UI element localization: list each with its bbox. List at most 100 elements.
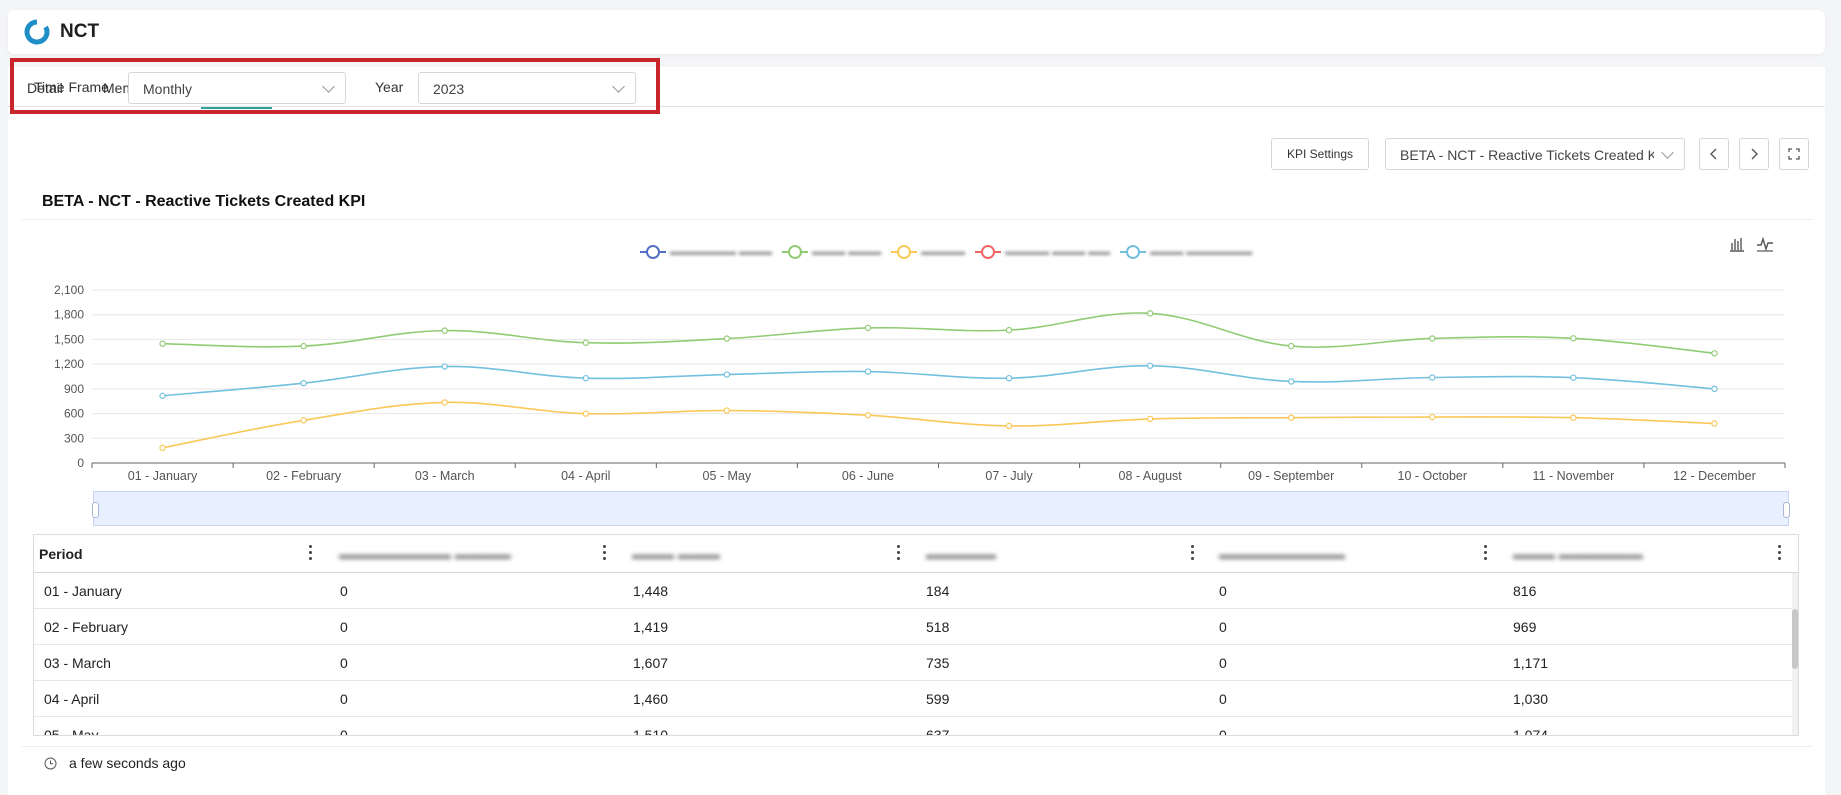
table-cell: 0 <box>340 655 348 671</box>
y-tick-label: 1,800 <box>54 308 84 322</box>
data-point <box>864 368 872 375</box>
data-point <box>300 417 307 424</box>
data-point <box>582 374 589 382</box>
data-point <box>723 335 731 342</box>
table-cell: 0 <box>340 619 348 635</box>
data-point <box>1005 326 1013 334</box>
column-header[interactable]: ▬▬▬ ▬▬▬▬▬▬ <box>1508 535 1643 573</box>
data-point <box>159 340 166 347</box>
data-point <box>1570 414 1577 421</box>
data-point <box>1570 374 1577 381</box>
table-cell: 0 <box>1219 583 1227 599</box>
column-menu-icon[interactable] <box>309 545 313 561</box>
table-cell: 0 <box>1219 655 1227 671</box>
y-tick-label: 1,500 <box>54 332 84 346</box>
last-updated: a few seconds ago <box>44 755 186 771</box>
data-point <box>441 399 448 406</box>
column-menu-icon[interactable] <box>1778 545 1782 561</box>
table-cell: 0 <box>340 691 348 707</box>
data-point <box>723 371 731 378</box>
data-point <box>1570 335 1577 342</box>
table-row[interactable]: 02 - February 0 1,419 518 0 969 <box>34 609 1794 645</box>
table-cell: 599 <box>926 691 950 707</box>
zoom-handle-left[interactable] <box>92 502 99 518</box>
table-cell: 03 - March <box>44 655 111 671</box>
y-tick-label: 900 <box>64 382 84 396</box>
table-cell: 1,460 <box>633 691 669 707</box>
x-tick-label: 07 - July <box>985 469 1033 483</box>
scrollbar-thumb[interactable] <box>1792 609 1798 669</box>
data-point <box>441 363 448 370</box>
table-row[interactable]: 04 - April 0 1,460 599 0 1,030 <box>34 681 1794 717</box>
table-cell: 1,171 <box>1513 655 1549 671</box>
data-point <box>1288 378 1295 385</box>
table-cell: 04 - April <box>44 691 100 707</box>
column-menu-icon[interactable] <box>1484 545 1488 561</box>
table-cell: 184 <box>926 583 950 599</box>
zoom-handle-right[interactable] <box>1783 502 1790 518</box>
data-zoom-slider[interactable] <box>92 491 1790 526</box>
table-cell: 969 <box>1513 619 1537 635</box>
data-point <box>864 324 872 332</box>
column-menu-icon[interactable] <box>897 545 901 561</box>
data-point <box>1429 413 1436 421</box>
table-cell: 05 - May <box>44 727 99 736</box>
table-row[interactable]: 05 - May 0 1,510 637 0 1,074 <box>34 717 1794 736</box>
table-header: Period ▬▬▬▬▬▬▬▬ ▬▬▬▬ ▬▬▬ ▬▬▬ ▬▬▬▬▬ ▬▬▬▬▬… <box>34 535 1798 573</box>
data-table: Period ▬▬▬▬▬▬▬▬ ▬▬▬▬ ▬▬▬ ▬▬▬ ▬▬▬▬▬ ▬▬▬▬▬… <box>33 534 1799 736</box>
x-tick-label: 05 - May <box>703 469 752 483</box>
column-header[interactable]: ▬▬▬▬▬▬▬▬▬ <box>1214 535 1345 573</box>
data-point <box>1711 350 1718 357</box>
data-point <box>1711 385 1718 393</box>
column-header[interactable]: ▬▬▬ ▬▬▬ <box>627 535 720 573</box>
table-cell: 816 <box>1513 583 1537 599</box>
column-menu-icon[interactable] <box>603 545 607 561</box>
data-point <box>441 327 448 334</box>
y-tick-label: 1,200 <box>54 357 84 371</box>
series-line <box>162 401 1715 449</box>
data-point <box>159 444 166 452</box>
divider <box>22 746 1812 747</box>
column-header[interactable]: ▬▬▬▬▬▬▬▬ ▬▬▬▬ <box>334 535 511 573</box>
table-scrollbar[interactable] <box>1792 573 1798 735</box>
x-tick-label: 06 - June <box>842 469 894 483</box>
table-cell: 1,510 <box>633 727 669 736</box>
x-tick-label: 10 - October <box>1398 469 1467 483</box>
y-tick-label: 0 <box>77 456 84 470</box>
x-tick-label: 12 - December <box>1673 469 1756 483</box>
table-cell: 02 - February <box>44 619 129 635</box>
y-tick-label: 300 <box>64 431 84 445</box>
x-tick-label: 03 - March <box>415 469 475 483</box>
data-point <box>300 379 307 387</box>
x-tick-label: 01 - January <box>128 469 198 483</box>
x-tick-label: 09 - September <box>1248 469 1334 483</box>
table-cell: 0 <box>1219 727 1227 736</box>
data-point <box>1288 342 1295 350</box>
table-cell: 0 <box>340 583 348 599</box>
data-point <box>159 392 166 399</box>
data-point <box>1429 335 1436 342</box>
table-cell: 518 <box>926 619 950 635</box>
table-cell: 735 <box>926 655 950 671</box>
series-line <box>162 364 1715 397</box>
x-tick-label: 02 - February <box>266 469 342 483</box>
table-cell: 1,419 <box>633 619 669 635</box>
data-point <box>1288 414 1295 421</box>
data-point <box>864 412 872 419</box>
table-row[interactable]: 01 - January 0 1,448 184 0 816 <box>34 573 1794 609</box>
table-cell: 01 - January <box>44 583 122 599</box>
data-point <box>1146 362 1154 369</box>
data-point <box>582 339 589 346</box>
column-menu-icon[interactable] <box>1191 545 1195 561</box>
table-cell: 1,607 <box>633 655 669 671</box>
data-point <box>582 410 589 417</box>
table-cell: 0 <box>1219 691 1227 707</box>
column-header[interactable]: ▬▬▬▬▬ <box>921 535 996 573</box>
data-point <box>1711 420 1718 427</box>
table-cell: 0 <box>1219 619 1227 635</box>
last-updated-text: a few seconds ago <box>69 755 186 771</box>
table-row[interactable]: 03 - March 0 1,607 735 0 1,171 <box>34 645 1794 681</box>
column-header-period[interactable]: Period <box>34 535 83 573</box>
table-cell: 1,074 <box>1513 727 1549 736</box>
data-point <box>1146 310 1154 317</box>
